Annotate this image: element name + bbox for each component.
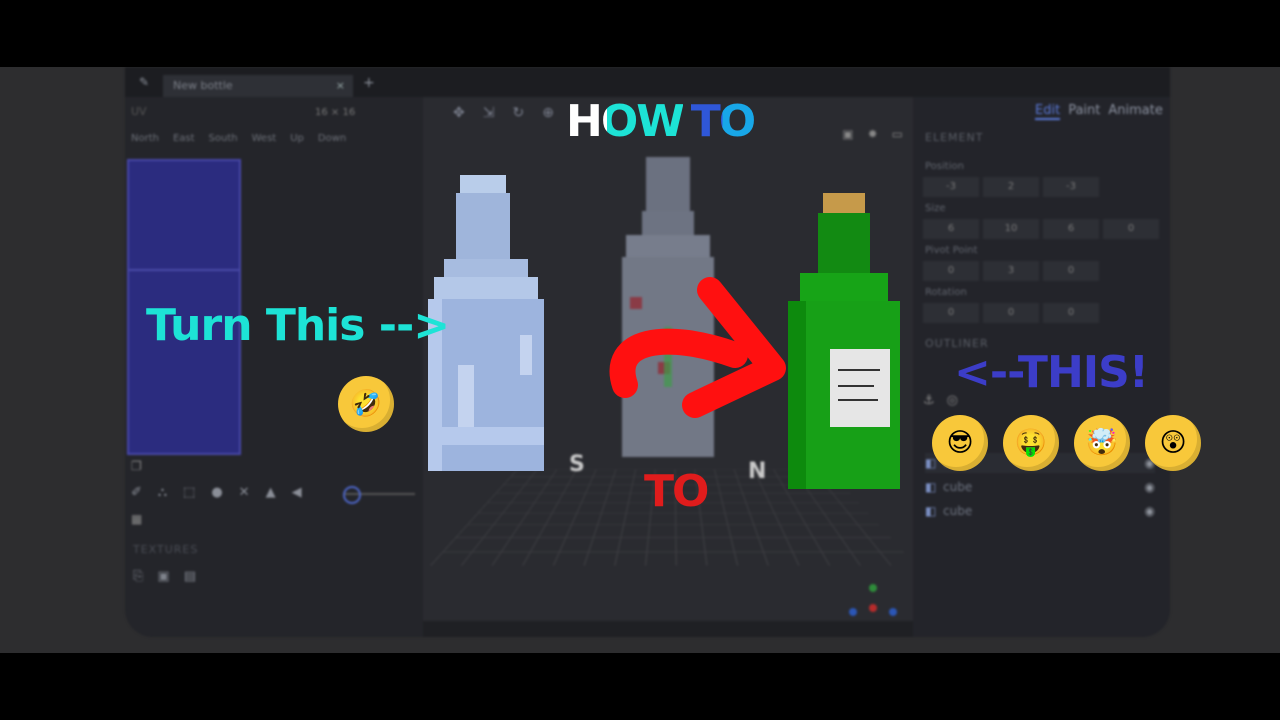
- rotation-x-input[interactable]: 0: [923, 303, 979, 323]
- size-x-input[interactable]: 6: [923, 219, 979, 239]
- close-icon[interactable]: ×: [336, 75, 345, 97]
- tab-north[interactable]: North: [131, 133, 159, 144]
- rotation-z-input[interactable]: 0: [1043, 303, 1099, 323]
- uv-divider: [129, 269, 239, 271]
- position-y-input[interactable]: 2: [983, 177, 1039, 197]
- save-texture-icon[interactable]: ▣: [157, 569, 169, 584]
- view-mode-icon[interactable]: ▣: [842, 127, 853, 141]
- textures-header: TEXTURES: [133, 543, 199, 556]
- pivot-z-input[interactable]: 0: [1043, 261, 1099, 281]
- headline-how: HOW: [566, 96, 685, 147]
- texture-size-readout: 16 × 16: [315, 107, 356, 118]
- viewport-toolbar: ✥ ⇲ ↻ ⊕: [453, 105, 554, 121]
- rotate-tool-icon[interactable]: ↻: [512, 105, 524, 121]
- resize-tool-icon[interactable]: ⇲: [483, 105, 495, 121]
- rotation-y-input[interactable]: 0: [983, 303, 1039, 323]
- rofl-emoji: 🤣: [338, 376, 394, 432]
- tab-up[interactable]: Up: [290, 133, 304, 144]
- element-header: ELEMENT: [925, 131, 984, 144]
- uv-icon: UV: [131, 105, 147, 118]
- visibility-icon[interactable]: ◉: [1145, 477, 1155, 497]
- select-icon[interactable]: ⬚: [183, 485, 195, 500]
- this-caption: <--THIS!: [954, 347, 1149, 398]
- cube-icon: ◧: [925, 480, 937, 494]
- grid-icon[interactable]: ▦: [131, 512, 142, 526]
- red-arrow-icon: [609, 277, 786, 418]
- rotation-fields: 0 0 0: [923, 303, 1099, 323]
- size-fields: 6 10 6 0: [923, 219, 1159, 239]
- tab-east[interactable]: East: [173, 133, 195, 144]
- outliner-item-label: cube: [943, 480, 973, 494]
- outliner-item[interactable]: ◧ cube ◉: [925, 477, 1155, 497]
- fill-icon[interactable]: ⛬: [158, 485, 167, 500]
- mirror-icon[interactable]: ✕: [239, 485, 250, 500]
- paint-toolbar: ✐ ⛬ ⬚ ● ✕ ▲ ◀: [131, 485, 302, 500]
- astonished-emoji: 😲: [1145, 415, 1201, 471]
- outliner-item[interactable]: ◧ cube ◉: [925, 501, 1155, 521]
- position-label: Position: [925, 161, 964, 172]
- brush-icon[interactable]: ✐: [131, 485, 142, 500]
- tab-edit[interactable]: Edit: [1035, 103, 1061, 120]
- tab-down[interactable]: Down: [318, 133, 346, 144]
- wine-bottle-illustration: [786, 193, 904, 493]
- import-texture-icon[interactable]: ⎘: [133, 569, 143, 584]
- outliner-toolbar: ⚓ ◎: [923, 393, 958, 408]
- visibility-icon[interactable]: ◉: [1145, 501, 1155, 521]
- compass-south-label: S: [569, 452, 585, 477]
- pivot-y-input[interactable]: 3: [983, 261, 1039, 281]
- triangle-icon[interactable]: ▲: [266, 485, 276, 500]
- money-mouth-emoji: 🤑: [1003, 415, 1059, 471]
- pivot-x-input[interactable]: 0: [923, 261, 979, 281]
- position-z-input[interactable]: -3: [1043, 177, 1099, 197]
- inflate-input[interactable]: 0: [1103, 219, 1159, 239]
- cube-icon: ◧: [925, 504, 937, 518]
- folder-icon[interactable]: ▤: [184, 569, 196, 584]
- copy-icon[interactable]: ❐: [131, 459, 142, 473]
- to-caption: TO: [644, 466, 709, 517]
- move-tool-icon[interactable]: ✥: [453, 105, 465, 121]
- pencil-icon[interactable]: ✎: [139, 75, 149, 89]
- tab-south[interactable]: South: [209, 133, 238, 144]
- tab-bar: ✎ New bottle × +: [125, 67, 1170, 97]
- texture-actions: ⎘ ▣ ▤: [133, 569, 196, 584]
- headline-to: TO: [690, 96, 756, 147]
- position-x-input[interactable]: -3: [923, 177, 979, 197]
- tab-paint[interactable]: Paint: [1068, 103, 1100, 120]
- tab-west[interactable]: West: [252, 133, 277, 144]
- mode-tabs: Edit Paint Animate: [1035, 103, 1163, 120]
- tab-animate[interactable]: Animate: [1108, 103, 1162, 120]
- new-tab-button[interactable]: +: [363, 75, 375, 91]
- eraser-icon[interactable]: ◀: [292, 485, 302, 500]
- position-fields: -3 2 -3: [923, 177, 1099, 197]
- pivot-fields: 0 3 0: [923, 261, 1099, 281]
- color-icon[interactable]: ●: [211, 485, 222, 500]
- brush-size-slider-knob[interactable]: [343, 486, 361, 504]
- outliner-item-label: cube: [943, 504, 973, 518]
- add-cube-icon[interactable]: ⚓: [923, 393, 935, 408]
- tab-title: New bottle: [173, 79, 233, 92]
- lighting-icon[interactable]: ✸: [868, 127, 878, 141]
- size-y-input[interactable]: 10: [983, 219, 1039, 239]
- tab-new-bottle[interactable]: New bottle ×: [163, 75, 353, 97]
- size-z-input[interactable]: 6: [1043, 219, 1099, 239]
- viewport-view-controls: ▣ ✸ ▭: [842, 127, 903, 141]
- viewport-status-bar: [423, 621, 913, 637]
- pivot-label: Pivot Point: [925, 245, 978, 256]
- rotation-label: Rotation: [925, 287, 967, 298]
- compass-north-label: N: [748, 459, 767, 484]
- pivot-tool-icon[interactable]: ⊕: [542, 105, 554, 121]
- cool-sunglasses-emoji: 😎: [932, 415, 988, 471]
- mind-blown-emoji: 🤯: [1074, 415, 1130, 471]
- face-direction-tabs: North East South West Up Down: [131, 133, 346, 144]
- fullscreen-icon[interactable]: ▭: [892, 127, 903, 141]
- headline: HOW TO: [566, 96, 756, 147]
- size-label: Size: [925, 203, 946, 214]
- turn-this-caption: Turn This -->: [146, 300, 450, 351]
- uv-editor-panel: UV 16 × 16 North East South West Up Down…: [125, 97, 423, 637]
